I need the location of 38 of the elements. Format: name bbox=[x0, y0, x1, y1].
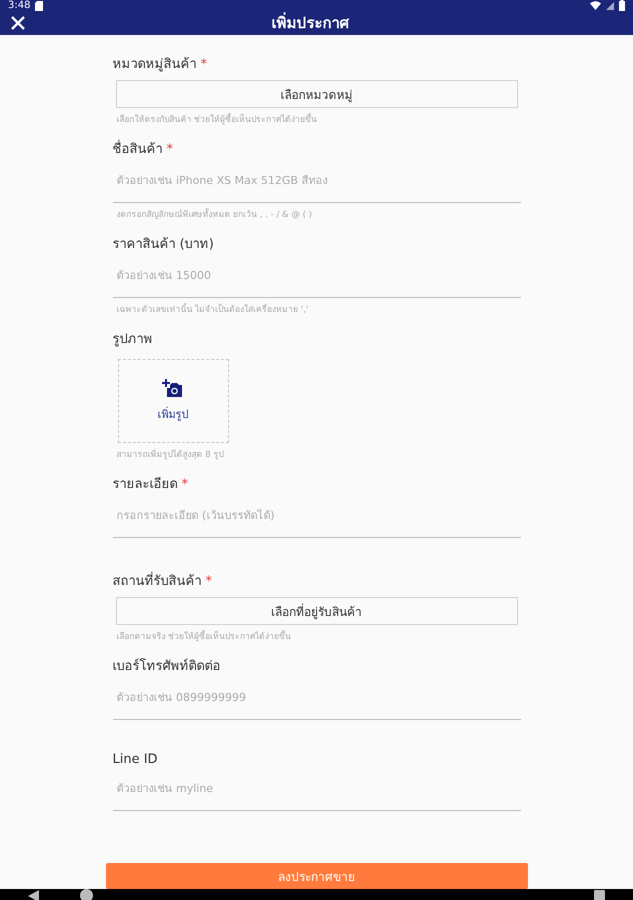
field-label: ชื่อสินค้า bbox=[112, 142, 162, 157]
field-hint: เลือกให้ตรงกับสินค้า ช่วยให้ผู้ซื้อเห็นประกาศได้ง่ายขึ้น bbox=[116, 112, 318, 126]
close-icon bbox=[10, 15, 26, 31]
back-icon bbox=[28, 890, 40, 900]
field-label: สถานที่รับสินค้า bbox=[112, 574, 202, 589]
recents-icon bbox=[594, 890, 605, 900]
app-bar-title: เพิ่มประกาศ bbox=[270, 11, 350, 34]
input-field[interactable]: ตัวอย่างเช่น 0899999999 bbox=[112, 676, 520, 720]
back-button[interactable] bbox=[28, 890, 40, 900]
input-field[interactable]: ตัวอย่างเช่น 15000 bbox=[112, 254, 520, 298]
status-time: 3:48 bbox=[8, 0, 30, 11]
input-field[interactable]: กรอกรายละเอียด (เว้นบรรทัดได้) bbox=[112, 494, 520, 538]
field-hint: เลือกตามจริง ช่วยให้ผู้ซื้อเห็นประกาศได้ง่ายขึ้น bbox=[116, 629, 292, 643]
field-label: รายละเอียด bbox=[112, 477, 178, 492]
required-mark: * bbox=[166, 142, 173, 157]
field-label: Line ID bbox=[112, 752, 158, 767]
field-label: รูปภาพ bbox=[112, 332, 152, 347]
field-hint: งดกรอกสัญลักษณ์พิเศษทั้งหมด ยกเว้น , . - / & @ ( ) bbox=[116, 207, 313, 221]
field-label: เบอร์โทรศัพท์ติดต่อ bbox=[112, 659, 220, 674]
input-field[interactable]: ตัวอย่างเช่น myline bbox=[112, 767, 520, 811]
add-photo-button[interactable]: เพิ่มรูป bbox=[118, 359, 228, 443]
select-button[interactable]: เลือกที่อยู่รับสินค้า bbox=[116, 597, 518, 625]
field-hint: สามารถเพิ่มรูปได้สูงสุด 8 รูป bbox=[116, 447, 224, 461]
required-mark: * bbox=[182, 477, 188, 492]
select-button[interactable]: เลือกหมวดหมู่ bbox=[116, 80, 518, 108]
field-hint: เฉพาะตัวเลขเท่านั้น ไม่จำเป็นต้องใส่เครื่องหมาย ',' bbox=[116, 302, 310, 316]
close-button[interactable] bbox=[10, 15, 26, 31]
required-mark: * bbox=[200, 57, 207, 72]
home-button[interactable] bbox=[80, 889, 93, 900]
home-icon bbox=[80, 889, 93, 900]
battery-icon bbox=[619, 0, 625, 11]
wifi-icon bbox=[590, 1, 601, 10]
sd-card-icon bbox=[35, 0, 44, 10]
field-label: หมวดหมู่สินค้า bbox=[112, 57, 196, 72]
input-field[interactable]: ตัวอย่างเช่น iPhone XS Max 512GB สีทอง bbox=[112, 159, 520, 203]
field-label: ราคาสินค้า (บาท) bbox=[112, 237, 214, 252]
required-mark: * bbox=[206, 574, 212, 589]
add-camera-icon bbox=[162, 379, 184, 399]
